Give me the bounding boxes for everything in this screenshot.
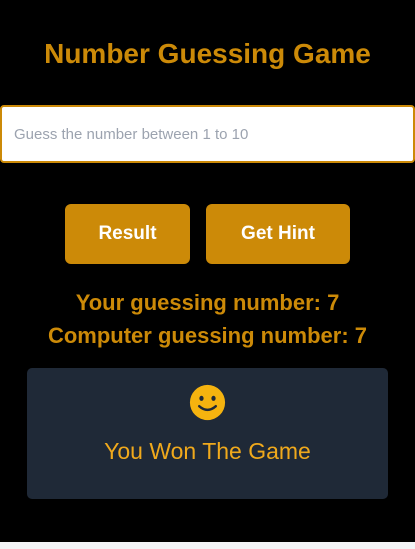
result-button[interactable]: Result xyxy=(65,204,190,264)
get-hint-button[interactable]: Get Hint xyxy=(206,204,350,264)
computer-guess-text: Computer guessing number: 7 xyxy=(47,323,368,348)
smiley-face-icon xyxy=(189,384,226,421)
result-card: You Won The Game xyxy=(27,368,388,499)
guess-input[interactable] xyxy=(0,105,415,163)
result-message: You Won The Game xyxy=(104,438,311,464)
user-guess-text: Your guessing number: 7 xyxy=(75,290,340,315)
game-panel: Number Guessing Game Result Get Hint You… xyxy=(0,0,415,542)
game-title: Number Guessing Game xyxy=(44,38,371,69)
